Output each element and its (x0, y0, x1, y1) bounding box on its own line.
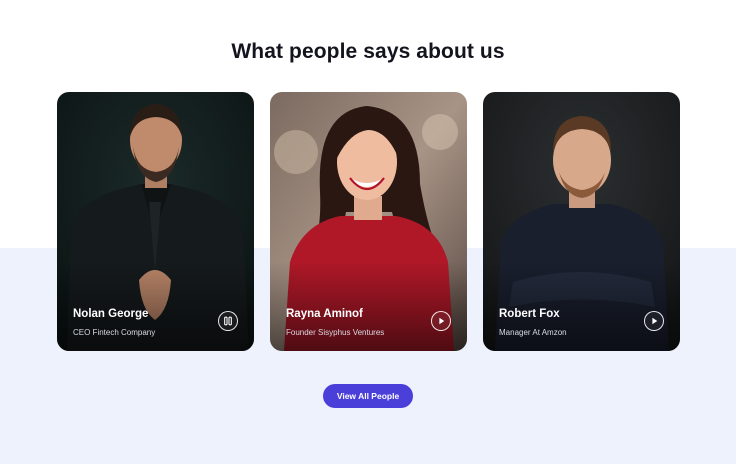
pause-button[interactable] (218, 311, 238, 331)
person-name: Rayna Aminof (286, 308, 363, 320)
play-icon (439, 317, 445, 325)
person-role: Founder Sisyphus Ventures (286, 328, 385, 337)
testimonial-card[interactable]: Rayna Aminof Founder Sisyphus Ventures (270, 92, 467, 351)
person-role: CEO Fintech Company (73, 328, 156, 337)
card-overlay (57, 261, 254, 351)
section-title: What people says about us (231, 40, 505, 63)
testimonial-card[interactable]: Robert Fox Manager At Amzon (483, 92, 680, 351)
view-all-people-button[interactable]: View All People (323, 384, 413, 408)
play-button[interactable] (431, 311, 451, 331)
play-icon (652, 317, 658, 325)
testimonial-cards: Nolan George CEO Fintech Company Rayna A… (57, 92, 680, 351)
person-name: Nolan George (73, 308, 149, 320)
person-role: Manager At Amzon (499, 328, 567, 337)
person-name: Robert Fox (499, 308, 560, 320)
play-button[interactable] (644, 311, 664, 331)
pause-icon (224, 316, 232, 326)
card-overlay (270, 261, 467, 351)
card-overlay (483, 261, 680, 351)
testimonial-card[interactable]: Nolan George CEO Fintech Company (57, 92, 254, 351)
